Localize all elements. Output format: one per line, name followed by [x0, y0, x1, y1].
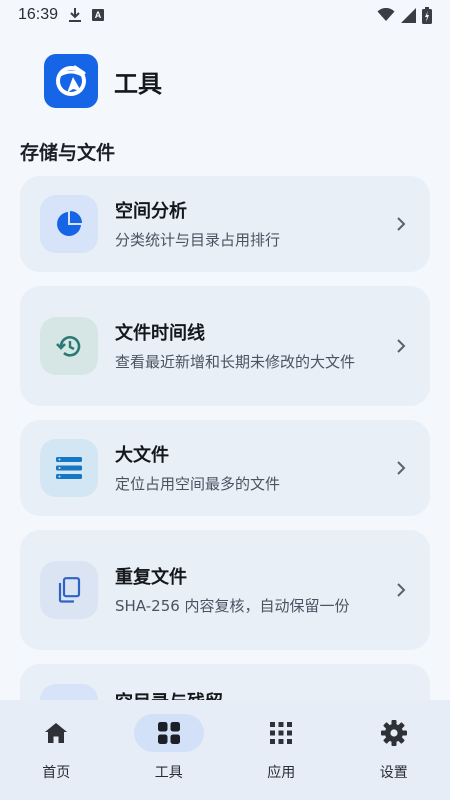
card-icon-wrap — [40, 561, 98, 619]
nav-item-home[interactable]: 首页 — [0, 700, 113, 800]
tool-card-duplicate-files[interactable]: 重复文件 SHA-256 内容复核，自动保留一份 — [20, 530, 430, 650]
tools-grid-icon — [157, 722, 180, 744]
signal-icon — [401, 7, 416, 23]
nav-active-indicator — [133, 714, 204, 752]
section-title: 存储与文件 — [20, 142, 116, 164]
chevron-right-icon — [389, 460, 413, 476]
history-icon — [56, 336, 81, 357]
download-icon — [69, 8, 82, 22]
settings-icon — [380, 720, 407, 746]
page-title: 工具 — [114, 69, 162, 98]
nav-item-tools[interactable]: 工具 — [113, 700, 226, 800]
nav-item-settings[interactable]: 设置 — [338, 700, 450, 800]
bottom-nav: 首页 工具 应用 设置 — [0, 700, 450, 800]
app-header: 工具 — [44, 54, 162, 108]
card-subtitle: 分类统计与目录占用排行 — [115, 230, 281, 249]
battery-icon — [422, 6, 432, 24]
card-title: 空间分析 — [115, 200, 187, 222]
a-badge-icon: A — [92, 9, 105, 21]
card-title: 文件时间线 — [115, 322, 205, 344]
chevron-right-icon — [389, 338, 413, 354]
card-subtitle: SHA-256 内容复核，自动保留一份 — [115, 596, 350, 615]
app-logo — [44, 54, 98, 108]
nav-label: 设置 — [379, 765, 408, 781]
broom-globe-icon — [56, 65, 86, 96]
card-icon-wrap — [40, 317, 98, 375]
card-title: 大文件 — [115, 444, 169, 466]
storage-list-icon — [56, 457, 82, 479]
tool-card-space-analysis[interactable]: 空间分析 分类统计与目录占用排行 — [20, 176, 430, 272]
card-subtitle: 查看最近新增和长期未修改的大文件 — [115, 352, 356, 371]
copy-icon — [58, 577, 81, 603]
home-icon — [45, 723, 68, 743]
status-time: 16:39 — [18, 6, 59, 23]
nav-item-apps[interactable]: 应用 — [225, 700, 338, 800]
apps-icon — [270, 722, 293, 744]
chevron-right-icon — [389, 216, 413, 232]
tool-card-large-files[interactable]: 大文件 定位占用空间最多的文件 — [20, 420, 430, 516]
status-bar: 16:39 A — [0, 0, 450, 30]
card-icon-wrap — [40, 195, 98, 253]
card-icon-wrap — [40, 439, 98, 497]
chevron-right-icon — [389, 582, 413, 598]
wifi-icon — [377, 8, 395, 21]
nav-label: 首页 — [42, 765, 71, 781]
pie-chart-icon — [57, 211, 82, 236]
card-subtitle: 定位占用空间最多的文件 — [115, 474, 281, 493]
nav-label: 工具 — [154, 765, 183, 781]
tool-card-file-timeline[interactable]: 文件时间线 查看最近新增和长期未修改的大文件 — [20, 286, 430, 406]
nav-label: 应用 — [267, 765, 296, 781]
card-title: 重复文件 — [115, 566, 187, 588]
